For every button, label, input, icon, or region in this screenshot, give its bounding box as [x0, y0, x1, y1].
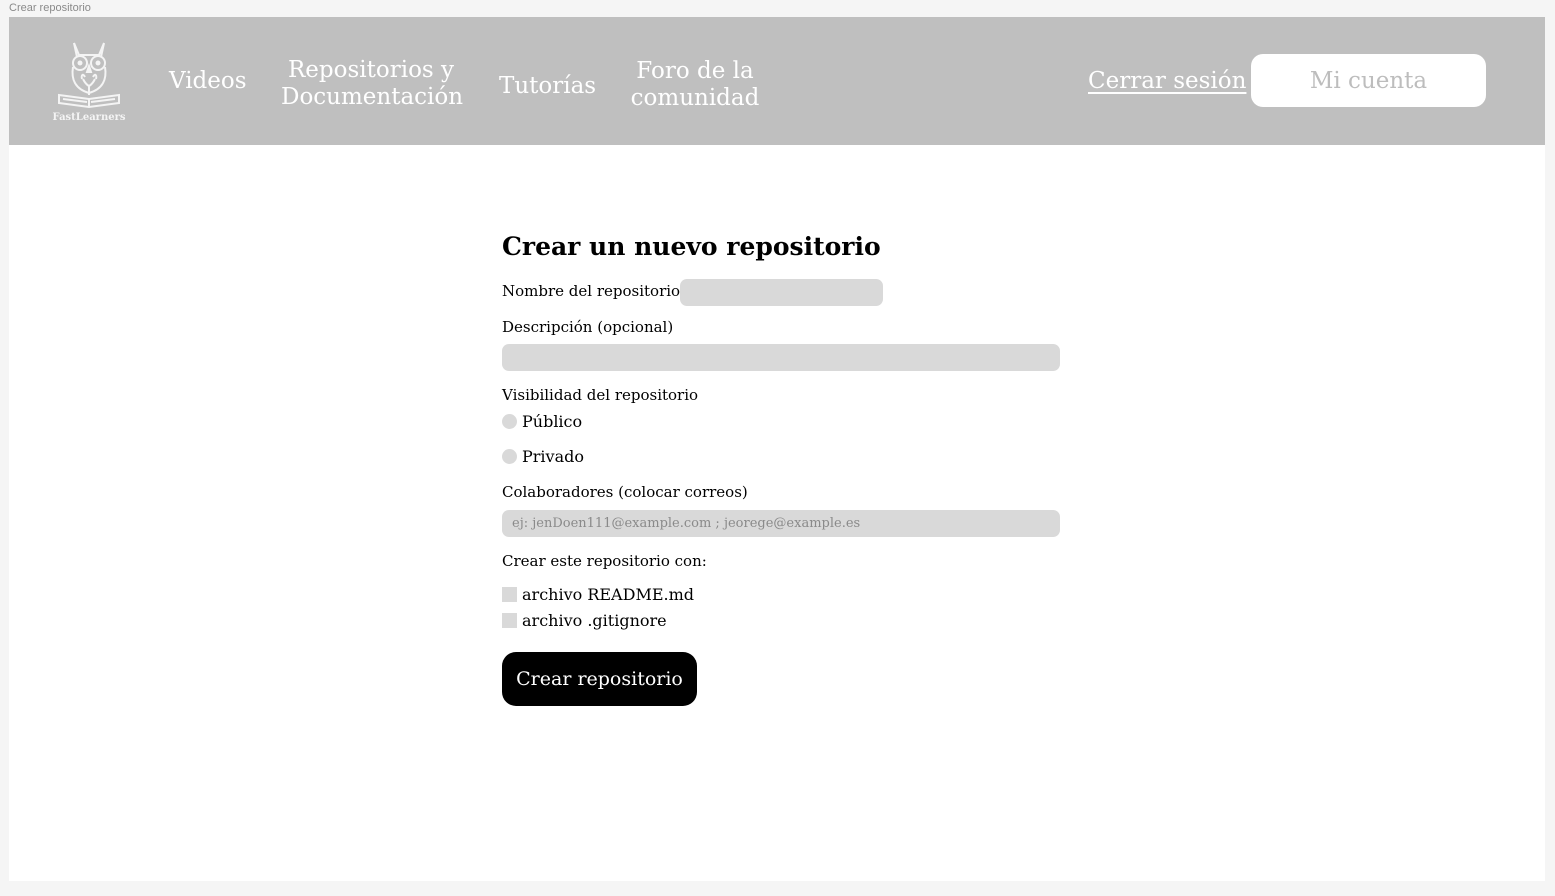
repo-name-input[interactable] [680, 279, 883, 306]
radio-publico-label: Público [522, 412, 583, 431]
checkbox-gitignore-box[interactable] [502, 613, 517, 628]
nav-repositorios-line1: Repositorios y [287, 57, 455, 83]
checkbox-readme[interactable]: archivo README.md [502, 585, 694, 604]
owl-icon [58, 42, 120, 109]
nav-foro-line1: Foro de la [636, 58, 754, 84]
checkbox-gitignore-label: archivo .gitignore [522, 611, 667, 630]
collaborators-label: Colaboradores (colocar correos) [502, 483, 748, 501]
visibility-label: Visibilidad del repositorio [502, 386, 699, 404]
nav-foro[interactable]: Foro de la comunidad [629, 58, 761, 112]
radio-privado-circle[interactable] [502, 449, 517, 464]
nav-foro-line2: comunidad [630, 85, 760, 111]
description-label: Descripción (opcional) [502, 318, 674, 336]
page-title: Crear un nuevo repositorio [502, 232, 881, 261]
collaborators-input[interactable] [502, 510, 1060, 537]
checkbox-readme-label: archivo README.md [522, 585, 694, 604]
description-input[interactable] [502, 344, 1060, 371]
radio-privado-label: Privado [522, 447, 584, 466]
checkbox-readme-box[interactable] [502, 587, 517, 602]
nav-tutorias[interactable]: Tutorías [499, 73, 596, 100]
frame-label: Crear repositorio [9, 2, 91, 14]
repo-name-label: Nombre del repositorio [502, 282, 681, 300]
navbar: FastLearners Videos Repositorios y Docum… [9, 17, 1545, 145]
account-button[interactable]: Mi cuenta [1251, 54, 1486, 107]
create-repo-button[interactable]: Crear repositorio [502, 652, 697, 706]
logo-text: FastLearners [52, 112, 126, 123]
radio-publico-circle[interactable] [502, 414, 517, 429]
nav-repositorios[interactable]: Repositorios y Documentación [281, 57, 464, 111]
create-with-label: Crear este repositorio con: [502, 552, 707, 570]
page-frame: FastLearners Videos Repositorios y Docum… [9, 17, 1545, 881]
radio-privado[interactable]: Privado [502, 447, 584, 466]
logout-link[interactable]: Cerrar sesión [1088, 68, 1246, 94]
radio-publico[interactable]: Público [502, 412, 582, 431]
nav-videos[interactable]: Videos [169, 68, 247, 95]
nav-repositorios-line2: Documentación [281, 84, 464, 110]
checkbox-gitignore[interactable]: archivo .gitignore [502, 611, 667, 630]
logo[interactable]: FastLearners [48, 39, 130, 125]
